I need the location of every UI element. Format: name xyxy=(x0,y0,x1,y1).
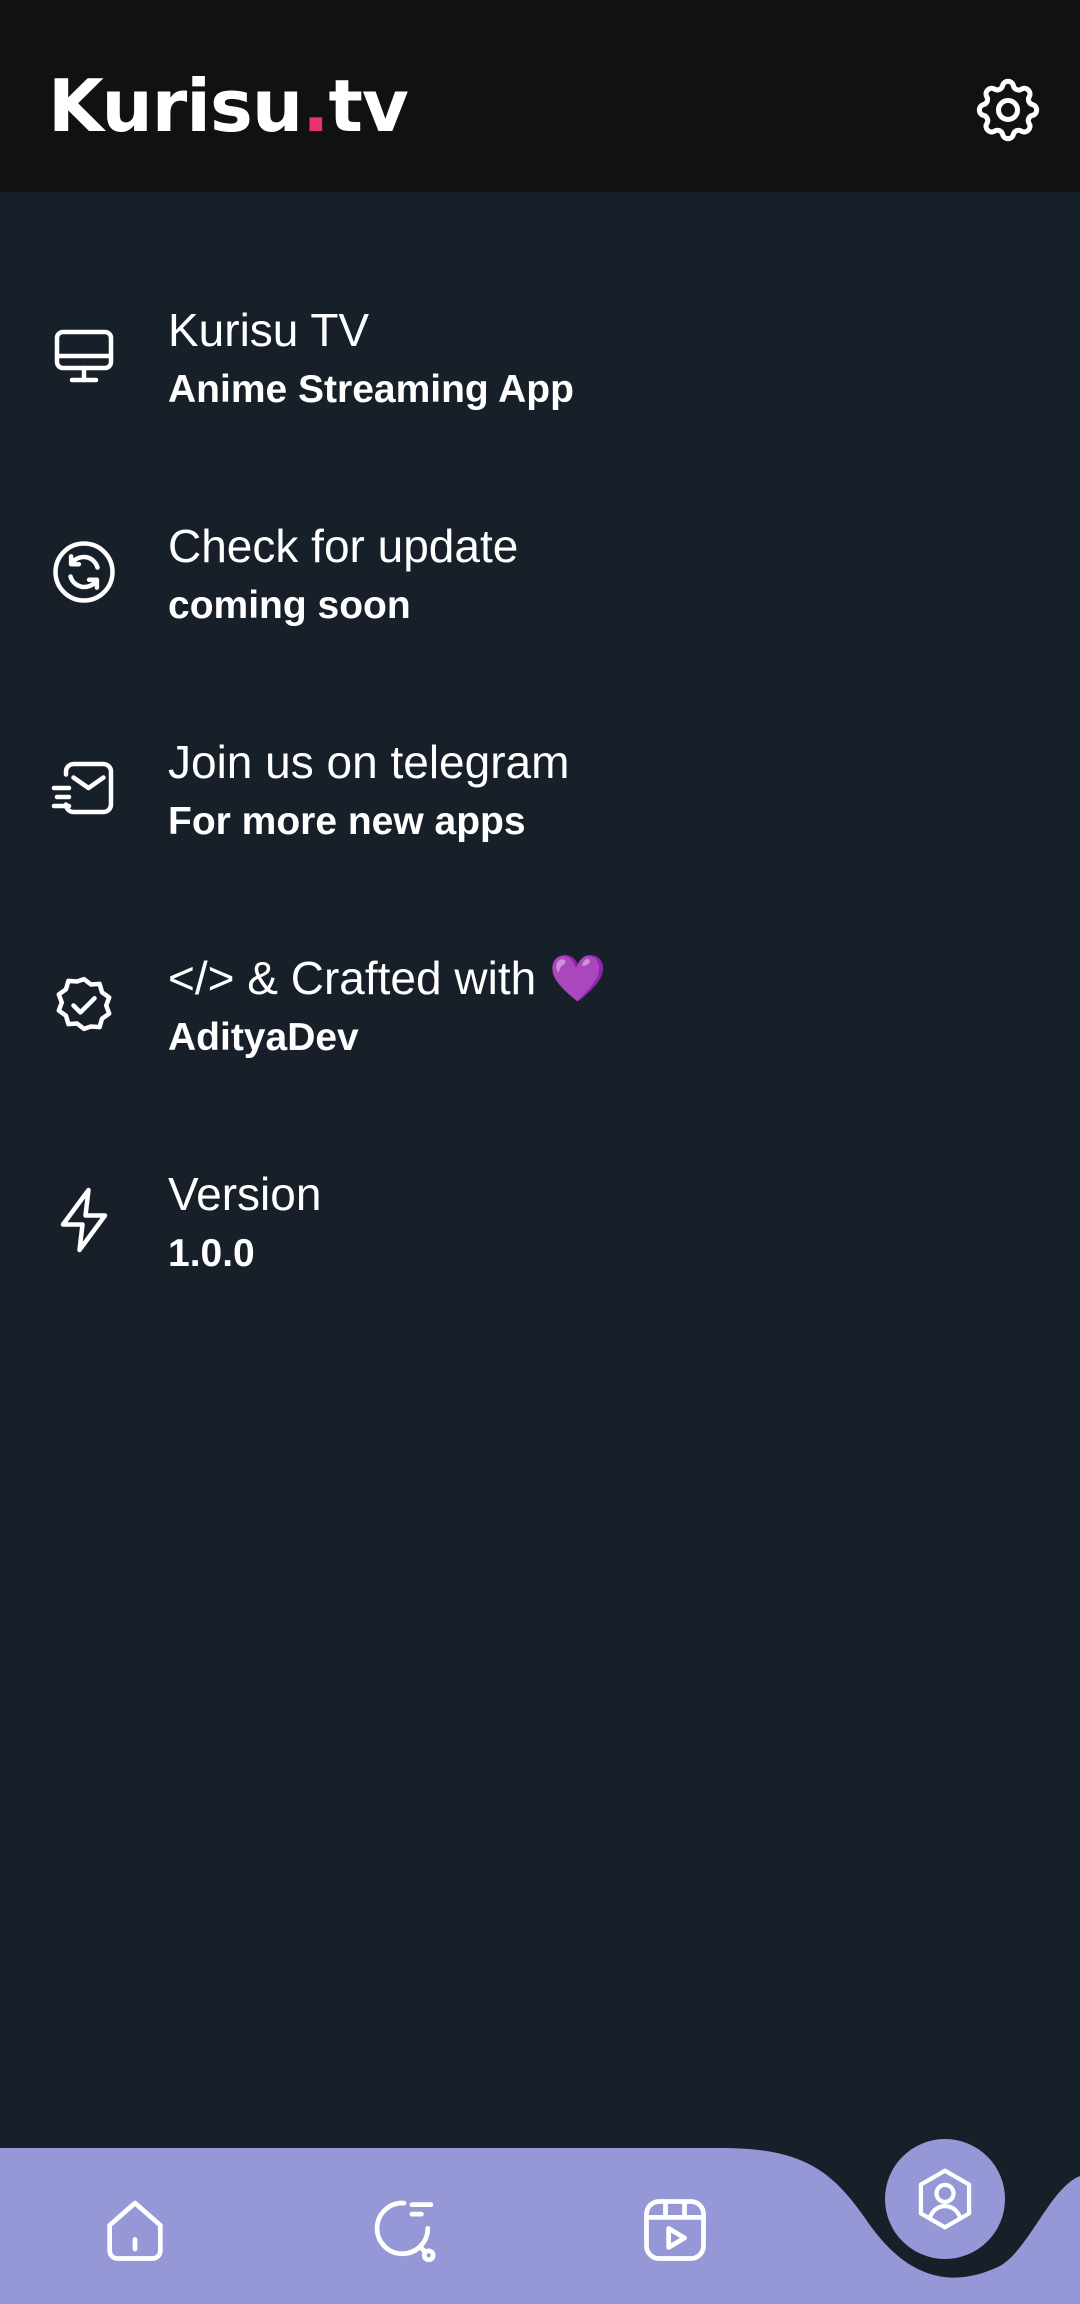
logo-main: Kurisu xyxy=(48,64,303,148)
item-title: </> & Crafted with 💜 xyxy=(168,952,607,1004)
list-item-check-update[interactable]: Check for update coming soon xyxy=(0,500,1080,650)
search-icon xyxy=(374,2200,436,2263)
item-title: Kurisu TV xyxy=(168,304,370,356)
list-item-app-info[interactable]: Kurisu TV Anime Streaming App xyxy=(0,284,1080,434)
monitor-icon xyxy=(48,320,120,392)
item-subtitle: Anime Streaming App xyxy=(168,368,574,411)
item-subtitle: AdityaDev xyxy=(168,1016,359,1059)
app-logo: Kurisu.tv xyxy=(48,60,409,152)
app-header: Kurisu.tv xyxy=(0,0,1080,192)
item-subtitle: coming soon xyxy=(168,584,411,627)
logo-suffix: tv xyxy=(328,64,408,148)
item-title: Check for update xyxy=(168,520,519,572)
item-title: Join us on telegram xyxy=(168,736,570,788)
refresh-icon xyxy=(48,536,120,608)
video-reel-icon xyxy=(644,2199,706,2261)
list-item-version[interactable]: Version 1.0.0 xyxy=(0,1148,1080,1298)
home-icon xyxy=(107,2200,163,2261)
list-item-credits[interactable]: </> & Crafted with 💜 AdityaDev xyxy=(0,932,1080,1082)
logo-dot: . xyxy=(302,64,329,148)
nav-videos-button[interactable] xyxy=(637,2192,713,2268)
settings-button[interactable] xyxy=(970,72,1046,148)
gear-icon xyxy=(976,78,1040,142)
nav-search-button[interactable] xyxy=(366,2192,442,2268)
item-title: Version xyxy=(168,1168,322,1220)
nav-home-button[interactable] xyxy=(97,2192,173,2268)
verified-badge-icon xyxy=(48,968,120,1040)
item-subtitle: 1.0.0 xyxy=(168,1232,255,1275)
mail-send-icon xyxy=(48,752,120,824)
nav-profile-button[interactable] xyxy=(885,2139,1005,2259)
lightning-icon xyxy=(48,1184,120,1256)
list-item-telegram[interactable]: Join us on telegram For more new apps xyxy=(0,716,1080,866)
profile-icon xyxy=(918,2168,972,2230)
item-subtitle: For more new apps xyxy=(168,800,526,843)
